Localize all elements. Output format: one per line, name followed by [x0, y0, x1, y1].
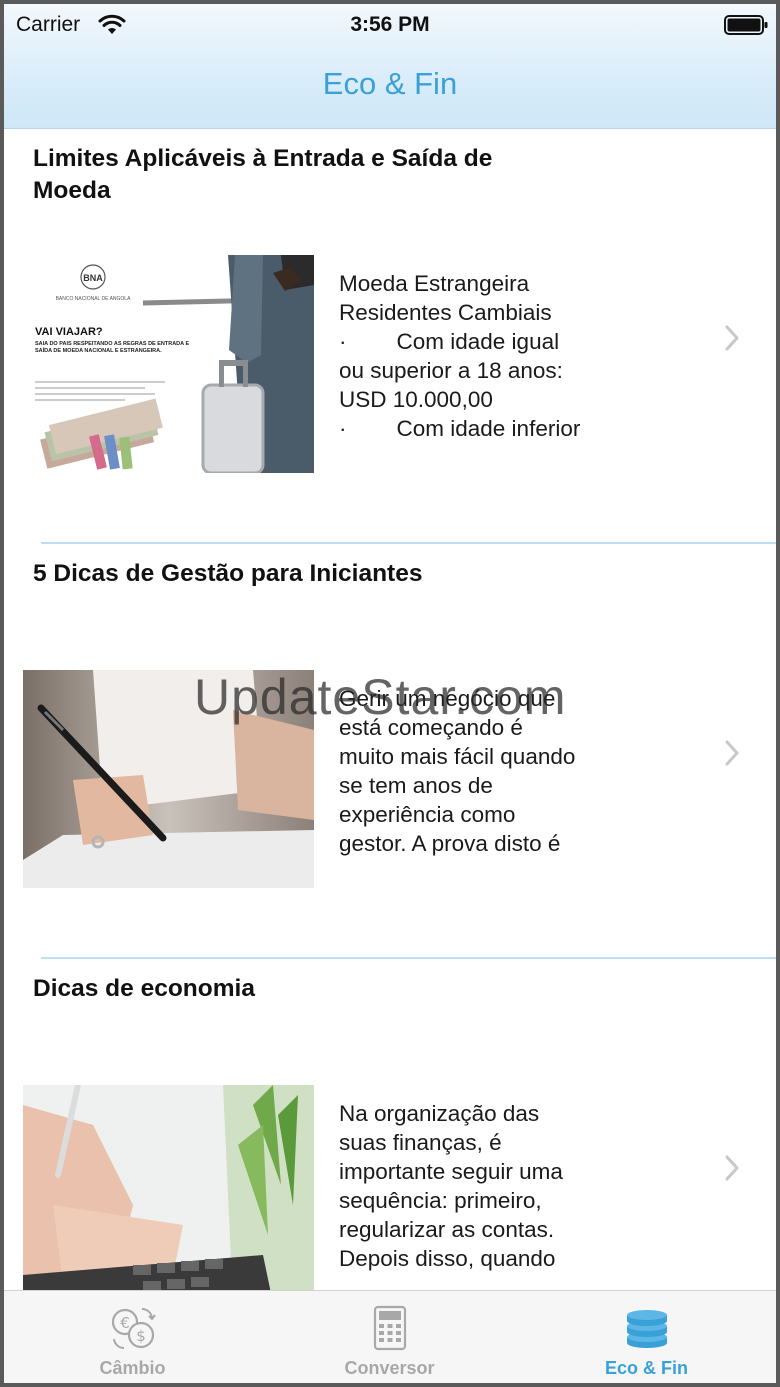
- calculator-icon: [373, 1305, 407, 1351]
- tab-eco-fin[interactable]: Eco & Fin: [518, 1291, 775, 1383]
- article-excerpt: Gerir um negócio que está começando é mu…: [339, 686, 576, 856]
- article-title: Dicas de economia: [33, 975, 255, 1002]
- tab-label: Conversor: [344, 1358, 435, 1378]
- chevron-right-icon: [725, 740, 739, 766]
- bna-fullname: BANCO NACIONAL DE ANGOLA: [56, 296, 131, 302]
- ad-subheading: SAIA DO PAÍS RESPEITANDO AS REGRAS DE EN…: [35, 341, 190, 354]
- tab-conversor[interactable]: Conversor: [261, 1291, 518, 1383]
- tab-cambio[interactable]: € $ Câmbio: [4, 1291, 261, 1383]
- navigation-header: Carrier 3:56 PM Eco & Fin: [4, 4, 776, 129]
- article-row[interactable]: Dicas de economia Na organização das sua…: [4, 959, 776, 1290]
- article-thumbnail: BNA BANCO NACIONAL DE ANGOLA VAI VIAJAR?…: [23, 255, 314, 473]
- tab-bar: € $ Câmbio Conversor Eco & Fin: [4, 1290, 776, 1383]
- svg-text:€: €: [120, 1314, 130, 1332]
- article-excerpt: Moeda Estrangeira Residentes Cambiais · …: [339, 271, 581, 441]
- article-title: 5 Dicas de Gestão para Iniciantes: [33, 560, 423, 587]
- chevron-right-icon: [725, 1155, 739, 1181]
- currency-exchange-icon: € $: [111, 1307, 156, 1350]
- article-excerpt: Na organização das suas finanças, é impo…: [339, 1101, 563, 1271]
- status-bar: Carrier 3:56 PM: [4, 4, 776, 48]
- article-thumbnail: [23, 670, 314, 888]
- chevron-right-icon: [725, 325, 739, 351]
- ad-heading: VAI VIAJAR?: [35, 326, 103, 338]
- app-screen: Carrier 3:56 PM Eco & Fin Limites Aplicá…: [4, 4, 776, 1383]
- article-row[interactable]: 5 Dicas de Gestão para Iniciantes Gerir …: [4, 544, 776, 959]
- tab-label: Câmbio: [99, 1358, 166, 1378]
- status-time: 3:56 PM: [350, 13, 430, 36]
- article-row[interactable]: Limites Aplicáveis à Entrada e Saída de …: [4, 129, 776, 544]
- battery-icon: [724, 15, 768, 35]
- coins-stack-icon: [627, 1310, 667, 1348]
- bna-logo-text: BNA: [83, 273, 103, 283]
- page-title: Eco & Fin: [322, 66, 458, 101]
- article-list[interactable]: Limites Aplicáveis à Entrada e Saída de …: [4, 129, 776, 1290]
- article-title: Limites Aplicáveis à Entrada e Saída de …: [33, 145, 493, 204]
- article-thumbnail: [23, 1085, 314, 1290]
- svg-text:$: $: [136, 1327, 146, 1345]
- tab-label: Eco & Fin: [604, 1358, 688, 1378]
